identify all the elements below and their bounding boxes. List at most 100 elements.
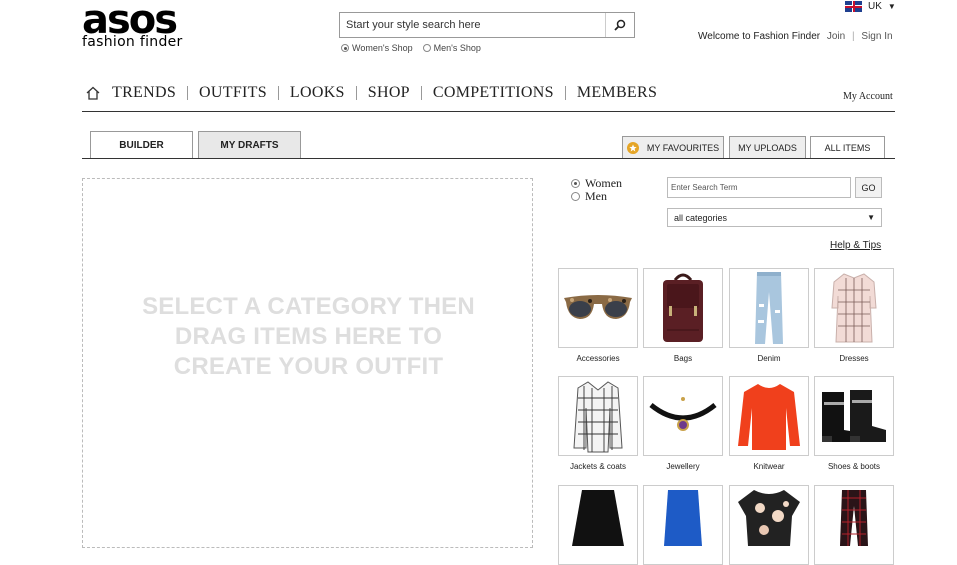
- nav-divider: [564, 86, 566, 100]
- star-icon: [626, 141, 639, 154]
- drop-instructions-line: SELECT A CATEGORY THEN: [142, 293, 475, 320]
- category-tile[interactable]: [814, 485, 894, 565]
- nav-rule: [82, 111, 895, 112]
- category-tile-jackets-coats[interactable]: Jackets & coats: [558, 376, 638, 471]
- tab-my-favourites[interactable]: MY FAVOURITES: [622, 136, 724, 159]
- category-label: Dresses: [839, 354, 869, 363]
- category-thumbnail[interactable]: [814, 268, 894, 348]
- category-tile-jewellery[interactable]: Jewellery: [643, 376, 723, 471]
- category-select-value: all categories: [674, 212, 728, 223]
- choker-icon: [649, 397, 717, 431]
- nav-looks[interactable]: LOOKS: [290, 84, 345, 102]
- jumper-icon: [738, 384, 800, 450]
- nav-shop[interactable]: SHOP: [368, 84, 410, 102]
- category-label: Jackets & coats: [569, 462, 627, 471]
- category-tile-shoes-boots[interactable]: Shoes & boots: [814, 376, 894, 471]
- boots-icon: [822, 390, 886, 442]
- drop-instructions-line: CREATE YOUR OUTFIT: [173, 353, 444, 380]
- drop-instructions-line: DRAG ITEMS HERE TO: [174, 323, 443, 350]
- welcome-bar: Welcome to Fashion Finder Join | Sign In: [698, 31, 893, 42]
- floral-top-icon: [738, 490, 800, 546]
- nav-trends[interactable]: TRENDS: [112, 84, 176, 102]
- search-term-input[interactable]: [667, 177, 851, 198]
- category-thumbnail[interactable]: [643, 268, 723, 348]
- welcome-text: Welcome to Fashion Finder: [698, 31, 821, 42]
- category-select[interactable]: all categories ▼: [667, 208, 882, 227]
- jeans-icon: [755, 272, 783, 344]
- category-thumbnail[interactable]: [643, 485, 723, 565]
- tab-my-favourites-label: MY FAVOURITES: [646, 142, 720, 153]
- dress-icon: [831, 273, 877, 343]
- radio-selected-icon: [571, 179, 580, 188]
- outfit-drop-area[interactable]: SELECT A CATEGORY THEN DRAG ITEMS HERE T…: [82, 178, 533, 548]
- go-button[interactable]: GO: [855, 177, 882, 198]
- nav-divider: [420, 86, 422, 100]
- style-search: [339, 12, 635, 38]
- womens-shop-option[interactable]: Women's Shop: [341, 43, 413, 53]
- mens-shop-option[interactable]: Men's Shop: [422, 43, 481, 53]
- sunglasses-icon: [564, 295, 632, 319]
- nav-divider: [355, 86, 357, 100]
- join-link[interactable]: Join: [827, 31, 845, 42]
- search-button[interactable]: [605, 13, 634, 37]
- gender-men-option[interactable]: Men: [571, 190, 622, 203]
- coat-icon: [573, 381, 623, 453]
- style-search-input[interactable]: [340, 13, 606, 37]
- category-tile-dresses[interactable]: Dresses: [814, 268, 894, 363]
- skirt-icon: [572, 490, 624, 546]
- category-tile[interactable]: [558, 485, 638, 565]
- category-label: Bags: [673, 354, 693, 363]
- nav-members[interactable]: MEMBERS: [577, 84, 657, 102]
- womens-shop-label: Women's Shop: [352, 43, 413, 53]
- category-tile-knitwear[interactable]: Knitwear: [729, 376, 809, 471]
- category-tile-denim[interactable]: Denim: [729, 268, 809, 363]
- mens-shop-label: Men's Shop: [433, 43, 481, 53]
- tab-my-uploads[interactable]: MY UPLOADS: [729, 136, 806, 159]
- drop-instructions: SELECT A CATEGORY THEN DRAG ITEMS HERE T…: [83, 292, 534, 382]
- category-thumbnail[interactable]: [558, 376, 638, 456]
- category-thumbnail[interactable]: [729, 376, 809, 456]
- nav-divider: [277, 86, 279, 100]
- trousers-icon: [840, 490, 868, 546]
- category-thumbnail[interactable]: [558, 268, 638, 348]
- shop-selector: Women's Shop Men's Shop: [341, 43, 481, 53]
- pencil-skirt-icon: [664, 490, 702, 546]
- tab-builder[interactable]: BUILDER: [90, 131, 193, 159]
- category-tile-accessories[interactable]: Accessories: [558, 268, 638, 363]
- category-thumbnail[interactable]: [729, 268, 809, 348]
- category-label: Jewellery: [666, 462, 700, 471]
- help-tips-link[interactable]: Help & Tips: [830, 240, 881, 251]
- nav-divider: [187, 86, 189, 100]
- sign-in-link[interactable]: Sign In: [861, 31, 892, 42]
- category-label: Accessories: [576, 354, 620, 363]
- radio-selected-icon: [341, 44, 349, 52]
- caret-down-icon: ▼: [887, 2, 896, 11]
- tab-all-items[interactable]: ALL ITEMS: [810, 136, 885, 159]
- category-tile[interactable]: [643, 485, 723, 565]
- category-thumbnail[interactable]: [558, 485, 638, 565]
- backpack-icon: [663, 273, 703, 342]
- category-label: Shoes & boots: [827, 462, 881, 471]
- gender-women-label: Women: [585, 176, 623, 190]
- category-tile[interactable]: [729, 485, 809, 565]
- category-thumbnail[interactable]: [814, 376, 894, 456]
- main-nav: TRENDS OUTFITS LOOKS SHOP COMPETITIONS M…: [86, 83, 657, 103]
- locale-label: UK: [868, 1, 882, 12]
- category-thumbnail[interactable]: [814, 485, 894, 565]
- my-account-link[interactable]: My Account: [843, 91, 893, 102]
- nav-competitions[interactable]: COMPETITIONS: [433, 84, 554, 102]
- category-tile-bags[interactable]: Bags: [643, 268, 723, 363]
- category-label: Denim: [757, 354, 781, 363]
- tab-my-drafts[interactable]: MY DRAFTS: [198, 131, 301, 159]
- radio-icon: [571, 192, 580, 201]
- nav-outfits[interactable]: OUTFITS: [199, 84, 267, 102]
- locale-selector[interactable]: UK ▼: [845, 1, 896, 12]
- uk-flag-icon: [845, 1, 862, 12]
- category-thumbnail[interactable]: [643, 376, 723, 456]
- separator: |: [852, 31, 855, 42]
- gender-men-label: Men: [585, 189, 607, 203]
- home-icon[interactable]: [86, 86, 100, 100]
- category-label: Knitwear: [753, 462, 785, 471]
- category-thumbnail[interactable]: [729, 485, 809, 565]
- logo-subtitle: fashion finder: [82, 34, 183, 50]
